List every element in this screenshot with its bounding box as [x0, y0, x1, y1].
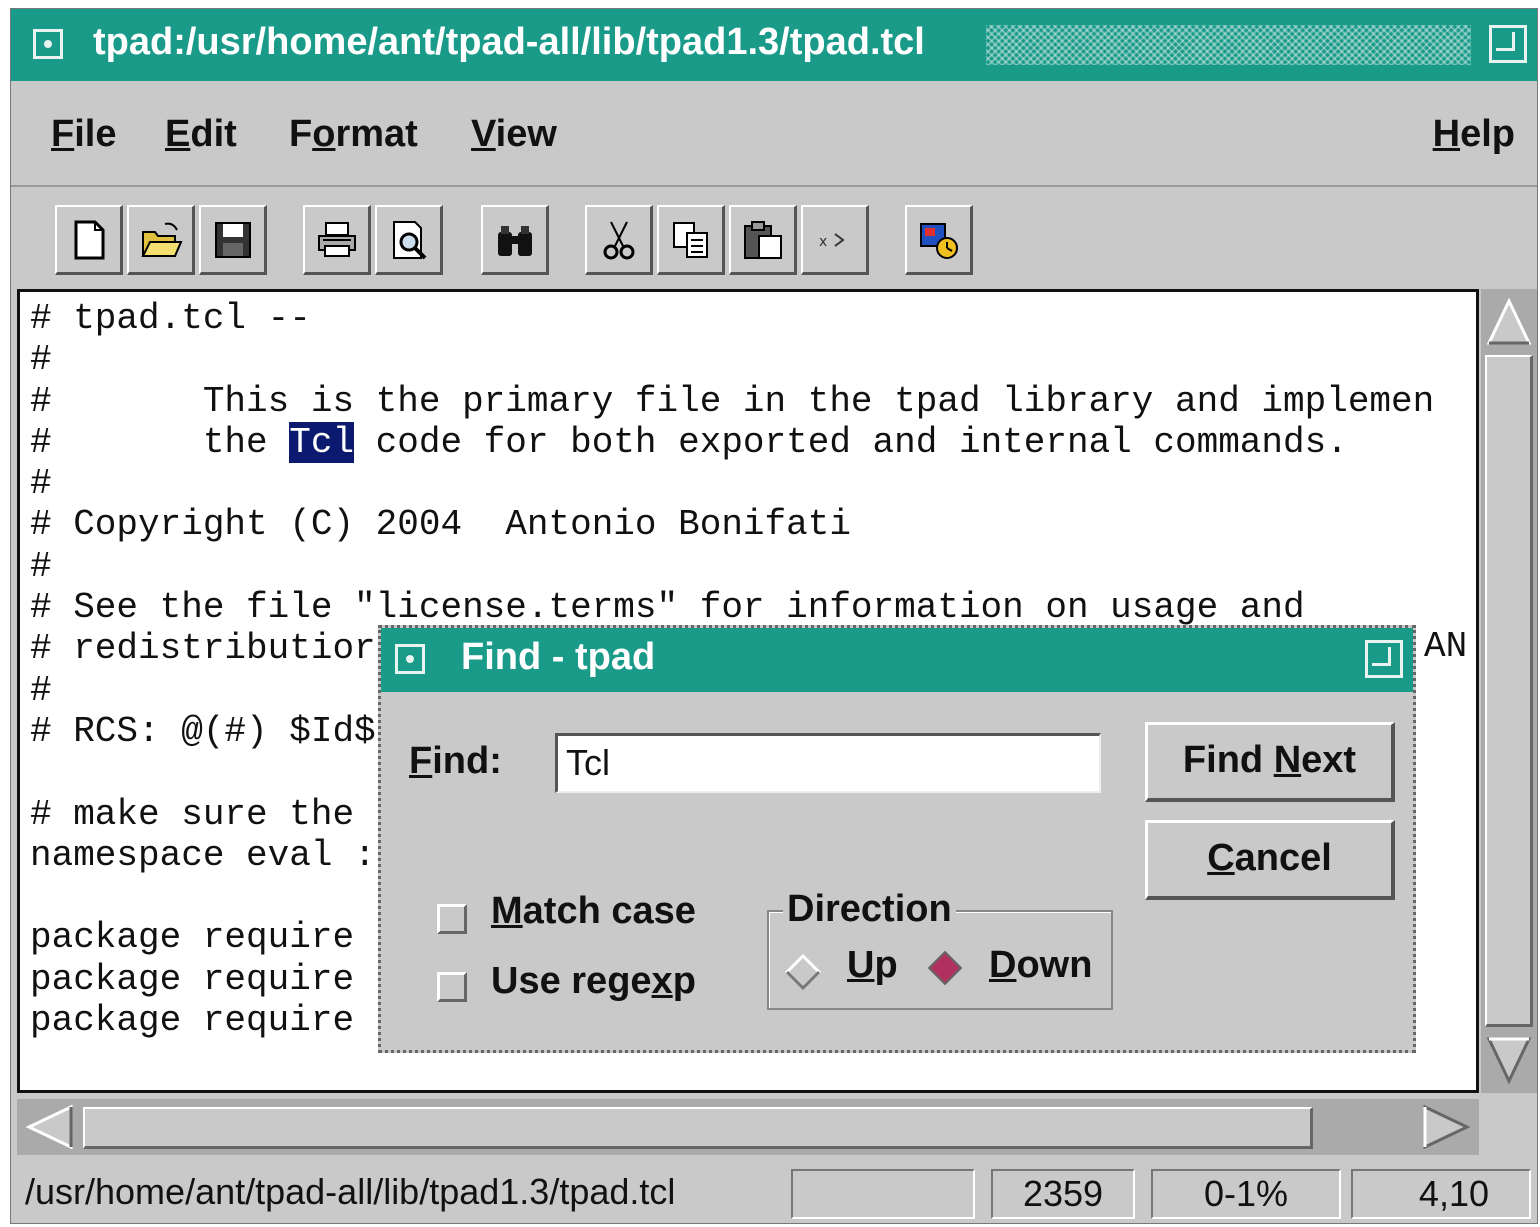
menu-view[interactable]: View — [471, 113, 557, 156]
scroll-up-icon[interactable] — [1485, 293, 1533, 349]
maximize-icon[interactable] — [1489, 25, 1527, 63]
window-menu-icon[interactable] — [395, 644, 425, 674]
menu-edit[interactable]: Edit — [165, 113, 237, 156]
print-preview-icon — [392, 220, 426, 259]
cut-icon — [603, 221, 634, 259]
find-binoculars-icon — [497, 225, 532, 256]
copy-icon — [672, 221, 708, 258]
menu-file[interactable]: File — [51, 113, 116, 156]
window-menu-icon[interactable] — [33, 29, 63, 59]
code-line: # — [30, 545, 52, 587]
code-line: # the — [30, 421, 290, 463]
selected-text: Tcl — [289, 421, 355, 463]
status-percent: 0-1% — [1151, 1169, 1341, 1219]
code-line: # — [30, 463, 52, 505]
horizontal-scrollbar[interactable] — [17, 1099, 1479, 1155]
paste-button[interactable] — [729, 205, 797, 275]
code-line-tail: AN — [1424, 626, 1468, 667]
status-path: /usr/home/ant/tpad-all/lib/tpad1.3/tpad.… — [25, 1171, 676, 1212]
properties-icon — [919, 222, 958, 259]
code-line: namespace eval : — [30, 834, 376, 876]
toolbar: x — [11, 189, 1537, 289]
find-input[interactable]: Tcl — [555, 733, 1101, 793]
code-line: # — [30, 669, 52, 711]
copy-button[interactable] — [657, 205, 725, 275]
new-file-button[interactable] — [55, 205, 123, 275]
code-line: # redistributior — [30, 628, 376, 670]
direction-up-label[interactable]: Up — [847, 944, 898, 987]
print-button[interactable] — [303, 205, 371, 275]
clear-button[interactable]: x — [801, 205, 869, 275]
title-bar-hatch — [986, 25, 1471, 65]
cancel-button[interactable]: Cancel — [1145, 820, 1395, 900]
window-title: tpad:/usr/home/ant/tpad-all/lib/tpad1.3/… — [93, 21, 925, 63]
svg-text:x: x — [819, 234, 827, 250]
match-case-checkbox[interactable] — [437, 904, 467, 934]
direction-label: Direction — [783, 888, 956, 931]
code-line: # RCS: @(#) $Id$ — [30, 710, 376, 752]
open-file-button[interactable] — [127, 205, 195, 275]
save-icon — [214, 221, 251, 258]
code-line: # tpad.tcl -- — [30, 298, 311, 339]
maximize-icon[interactable] — [1365, 640, 1403, 678]
code-line: # See the file "license.terms" for infor… — [30, 587, 1305, 629]
paste-icon — [743, 220, 782, 259]
find-dialog-title: Find - tpad — [461, 636, 656, 678]
match-case-label[interactable]: Match case — [491, 890, 696, 933]
find-next-button[interactable]: Find Next — [1145, 722, 1395, 802]
clear-icon: x — [819, 232, 845, 250]
status-empty-field — [791, 1169, 975, 1219]
code-line: # make sure the — [30, 793, 376, 835]
use-regexp-label[interactable]: Use regexp — [491, 960, 696, 1003]
properties-button[interactable] — [905, 205, 973, 275]
scroll-right-icon[interactable] — [1419, 1103, 1475, 1151]
open-folder-icon — [140, 222, 183, 257]
code-line: # Copyright (C) 2004 Antonio Bonifati — [30, 504, 851, 546]
code-line: package require — [30, 958, 376, 1000]
menu-help[interactable]: Help — [1433, 113, 1515, 156]
direction-down-radio[interactable] — [927, 950, 963, 986]
status-size: 2359 — [991, 1169, 1135, 1219]
status-bar: /usr/home/ant/tpad-all/lib/tpad1.3/tpad.… — [11, 1161, 1537, 1223]
vertical-scrollbar[interactable] — [1481, 289, 1537, 1093]
code-line: code for both exported and internal comm… — [354, 421, 1348, 463]
direction-down-label[interactable]: Down — [989, 944, 1092, 987]
code-line: # This is the primary file in the tpad l… — [30, 380, 1435, 422]
find-button[interactable] — [481, 205, 549, 275]
print-preview-button[interactable] — [375, 205, 443, 275]
horizontal-scroll-thumb[interactable] — [83, 1107, 1313, 1149]
title-bar[interactable]: tpad:/usr/home/ant/tpad-all/lib/tpad1.3/… — [11, 9, 1537, 81]
find-label: Find: — [409, 740, 502, 782]
save-button[interactable] — [199, 205, 267, 275]
vertical-scroll-thumb[interactable] — [1485, 355, 1533, 1027]
code-line: package require — [30, 917, 376, 959]
use-regexp-checkbox[interactable] — [437, 972, 467, 1002]
status-cursor-position: 4,10 — [1351, 1169, 1531, 1219]
find-dialog-title-bar[interactable]: Find - tpad — [381, 628, 1413, 692]
scroll-left-icon[interactable] — [21, 1103, 77, 1151]
code-line: # — [30, 339, 52, 381]
cut-button[interactable] — [585, 205, 653, 275]
print-icon — [317, 221, 356, 257]
find-dialog: Find - tpad Find: Tcl Find Next Cancel M… — [378, 625, 1416, 1053]
new-file-icon — [74, 220, 104, 259]
scroll-down-icon[interactable] — [1485, 1033, 1533, 1089]
menu-bar: File Edit Format View Help — [11, 85, 1537, 187]
menu-format[interactable]: Format — [289, 113, 418, 156]
direction-up-radio[interactable] — [785, 954, 821, 990]
code-line: package require — [30, 1000, 376, 1042]
